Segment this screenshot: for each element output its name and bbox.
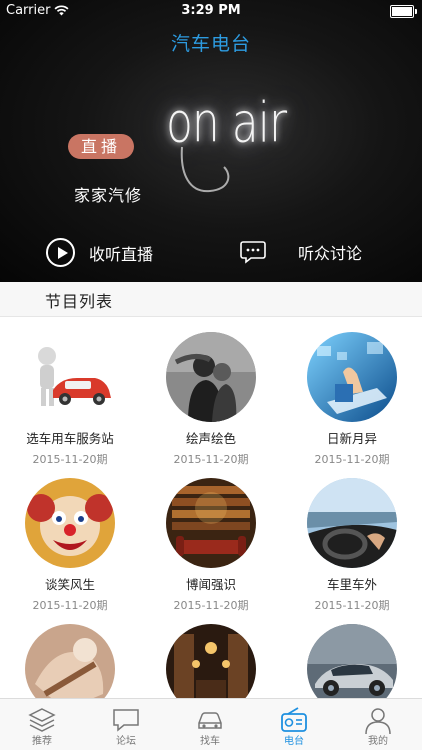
tab-label: 推荐 (32, 736, 52, 747)
program-thumbnail (25, 624, 115, 699)
program-title: 博闻强识 (185, 577, 236, 592)
program-card[interactable] (0, 609, 140, 699)
status-time: 3:29 PM (181, 3, 241, 18)
program-thumbnail (307, 624, 397, 699)
program-title: 谈笑风生 (44, 577, 95, 592)
program-thumbnail (166, 478, 256, 568)
tab-label: 找车 (200, 736, 220, 747)
tab-label: 电台 (284, 736, 304, 747)
program-title: 选车用车服务站 (26, 431, 114, 446)
current-program-name: 家家汽修 (74, 186, 143, 205)
program-thumbnail (25, 478, 115, 568)
listen-live-button[interactable]: 收听直播 (46, 238, 153, 267)
program-grid: 选车用车服务站 2015-11-20期 绘声绘色 2015-11-20期 日新月… (0, 317, 422, 699)
program-title: 日新月异 (326, 431, 377, 446)
tab-radio[interactable]: 电台 (252, 699, 336, 750)
program-thumbnail (307, 478, 397, 568)
program-card[interactable]: 博闻强识 2015-11-20期 (141, 463, 281, 612)
neon-cord-decoration (180, 146, 230, 193)
person-icon (365, 708, 391, 735)
listen-live-label: 收听直播 (89, 244, 154, 264)
program-list-header: 节目列表 (0, 282, 422, 317)
program-thumbnail (25, 332, 115, 422)
play-circle-icon (46, 238, 75, 267)
layers-icon (28, 708, 56, 732)
program-card[interactable]: 车里车外 2015-11-20期 (282, 463, 422, 612)
radio-icon (281, 707, 307, 732)
program-card[interactable]: 绘声绘色 2015-11-20期 (141, 317, 281, 466)
program-thumbnail (166, 332, 256, 422)
program-card[interactable]: 日新月异 2015-11-20期 (282, 317, 422, 466)
tab-label: 我的 (368, 736, 388, 747)
bottom-tab-bar: 推荐 论坛 找车 电台 我的 (0, 698, 422, 750)
radio-hero-banner: Carrier 3:29 PM 汽车电台 on air 直播 家家汽修 收听直播… (0, 0, 422, 282)
battery-icon (390, 5, 417, 18)
program-list-title: 节目列表 (45, 292, 114, 311)
program-card[interactable] (282, 609, 422, 699)
status-bar: Carrier 3:29 PM (0, 0, 422, 22)
program-card[interactable] (141, 609, 281, 699)
program-thumbnail (166, 624, 256, 699)
chat-bubble-icon (113, 709, 139, 732)
car-icon (198, 712, 222, 729)
tab-forum[interactable]: 论坛 (84, 699, 168, 750)
chat-dots-icon (240, 241, 266, 264)
program-thumbnail (307, 332, 397, 422)
page-title: 汽车电台 (170, 33, 251, 55)
tab-recommend[interactable]: 推荐 (0, 699, 84, 750)
tab-mine[interactable]: 我的 (336, 699, 420, 750)
program-card[interactable]: 谈笑风生 2015-11-20期 (0, 463, 140, 612)
tab-find-car[interactable]: 找车 (168, 699, 252, 750)
program-title: 绘声绘色 (185, 431, 236, 446)
program-title: 车里车外 (326, 577, 377, 592)
tab-label: 论坛 (116, 736, 136, 747)
listener-discussion-button[interactable]: 听众讨论 (240, 240, 362, 264)
program-card[interactable]: 选车用车服务站 2015-11-20期 (0, 317, 140, 466)
listener-discussion-label: 听众讨论 (298, 244, 363, 263)
live-badge: 直播 (68, 134, 134, 159)
